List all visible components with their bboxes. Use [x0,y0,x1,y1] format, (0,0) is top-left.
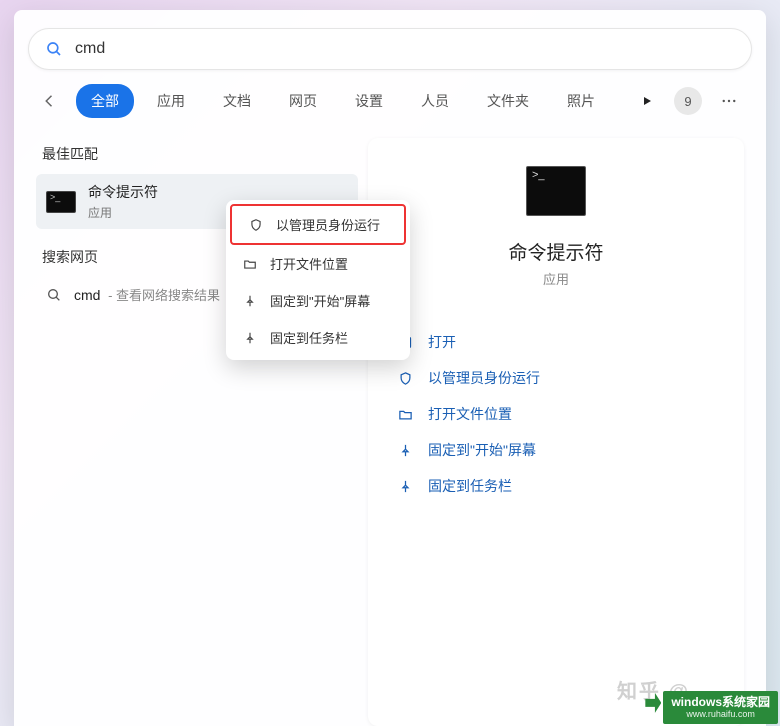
best-match-label: 最佳匹配 [42,144,358,164]
pin-icon [242,294,258,308]
result-title: 命令提示符 [88,182,158,202]
tab-folders[interactable]: 文件夹 [472,84,544,118]
details-app-name: 命令提示符 [508,238,603,265]
ctx-run-as-admin[interactable]: 以管理员身份运行 [230,204,406,245]
ctx-pin-to-taskbar[interactable]: 固定到任务栏 [226,319,410,356]
play-button[interactable] [630,84,664,118]
site-watermark-badge: windows系统家园 www.ruhaifu.com [663,691,778,724]
folder-icon [396,407,414,422]
search-icon [46,287,62,303]
more-button[interactable] [712,84,746,118]
tab-photos[interactable]: 照片 [552,84,610,118]
action-label: 固定到任务栏 [428,476,512,496]
details-pane: 命令提示符 应用 打开 以管理员身份运行 打开文件位置 固定到"开始"屏幕 [368,138,744,726]
tab-apps[interactable]: 应用 [142,84,200,118]
action-label: 打开文件位置 [428,404,512,424]
action-label: 固定到"开始"屏幕 [428,440,536,460]
action-pin-to-taskbar[interactable]: 固定到任务栏 [392,468,720,504]
action-open[interactable]: 打开 [392,324,720,360]
watermark-line2: www.ruhaifu.com [686,709,755,720]
search-input[interactable] [75,40,735,58]
ellipsis-icon [720,92,738,110]
cmd-large-icon [526,166,586,216]
ctx-label: 打开文件位置 [270,254,348,273]
cmd-app-icon [46,191,76,213]
search-bar[interactable] [28,28,752,70]
details-app-type: 应用 [543,269,569,288]
action-label: 以管理员身份运行 [428,368,540,388]
ctx-label: 固定到任务栏 [270,328,348,347]
action-open-file-location[interactable]: 打开文件位置 [392,396,720,432]
folder-icon [242,257,258,271]
web-item-title: cmd [74,287,100,303]
filter-tabs: 全部 应用 文档 网页 设置 人员 文件夹 照片 9 [14,80,766,130]
ctx-label: 固定到"开始"屏幕 [270,291,370,310]
action-label: 打开 [428,332,456,352]
ctx-pin-to-start[interactable]: 固定到"开始"屏幕 [226,282,410,319]
pin-icon [396,443,414,458]
shield-icon [248,218,264,232]
arrow-left-icon [41,92,59,110]
action-run-as-admin[interactable]: 以管理员身份运行 [392,360,720,396]
results-count-badge[interactable]: 9 [674,87,702,115]
search-icon [45,40,63,58]
tab-documents[interactable]: 文档 [208,84,266,118]
ctx-open-file-location[interactable]: 打开文件位置 [226,245,410,282]
context-menu: 以管理员身份运行 打开文件位置 固定到"开始"屏幕 固定到任务栏 [226,200,410,360]
result-subtitle: 应用 [88,204,158,221]
back-button[interactable] [34,85,66,117]
pin-icon [396,479,414,494]
web-item-suffix: - 查看网络搜索结果 [104,288,220,303]
shield-icon [396,371,414,386]
tab-settings[interactable]: 设置 [340,84,398,118]
play-icon [641,95,653,107]
watermark-line1: windows系统家园 [671,695,770,709]
tab-web[interactable]: 网页 [274,84,332,118]
action-pin-to-start[interactable]: 固定到"开始"屏幕 [392,432,720,468]
pin-icon [242,331,258,345]
ctx-label: 以管理员身份运行 [276,215,380,234]
tab-people[interactable]: 人员 [406,84,464,118]
tab-all[interactable]: 全部 [76,84,134,118]
